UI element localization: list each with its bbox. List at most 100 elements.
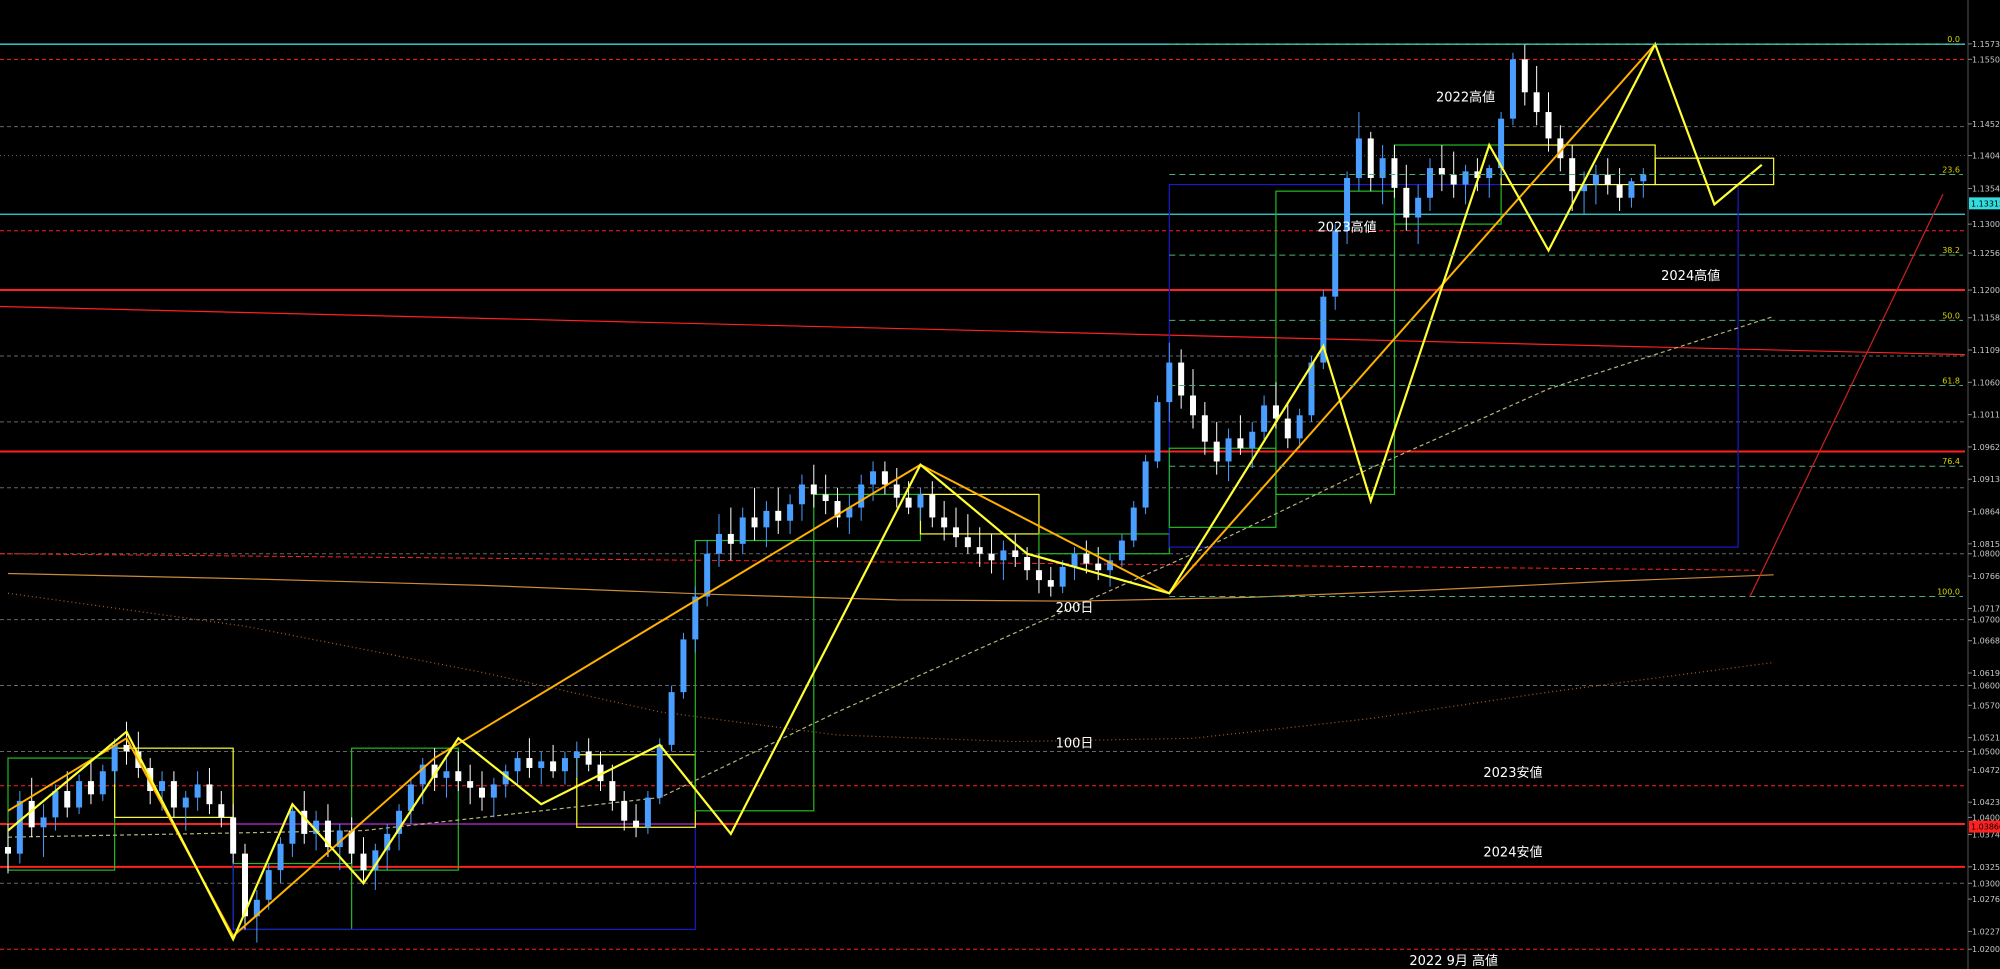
candle-body <box>573 751 580 759</box>
price-tick-label: 1.15734 <box>1972 40 2000 49</box>
candle-body <box>1024 557 1031 571</box>
candle-body <box>1272 405 1279 419</box>
chart-annotation: 2023高値 <box>1318 219 1377 235</box>
candle-body <box>1391 158 1398 188</box>
price-tick-label: 1.02000 <box>1972 945 2000 954</box>
chart-annotation: 2024安値 <box>1483 844 1542 860</box>
fib-level-label: 61.8 <box>1942 377 1960 386</box>
candle-body <box>941 517 948 528</box>
price-tick-label: 1.09620 <box>1972 443 2000 452</box>
fib-level-label: 38.2 <box>1942 246 1960 255</box>
price-tick-label: 1.07660 <box>1972 572 2000 581</box>
candle-body <box>40 817 47 828</box>
price-tick-label: 1.06680 <box>1972 637 2000 646</box>
price-tick-label: 1.07000 <box>1972 616 2000 625</box>
candle-body <box>479 787 485 798</box>
candle-body <box>1142 461 1149 508</box>
candle-body <box>1095 563 1102 571</box>
chart-annotation: 2022 9月 高値 <box>1409 953 1498 969</box>
price-tick-label: 1.04720 <box>1972 766 2000 775</box>
candle-body <box>976 547 983 554</box>
fib-level-label: 76.4 <box>1942 457 1960 466</box>
current-price-tag-text: 1.13315 <box>1971 199 2000 208</box>
price-tick-label: 1.06190 <box>1972 669 2000 678</box>
candle-body <box>1190 395 1196 416</box>
candle-body <box>905 497 912 508</box>
price-tick-label: 1.15500 <box>1972 55 2000 64</box>
candle-body <box>538 761 545 768</box>
candle-body <box>1047 580 1054 587</box>
candle-body <box>585 751 592 765</box>
chart-annotation: 2023安値 <box>1483 765 1542 781</box>
candle-body <box>1012 550 1019 558</box>
chart-annotation: 2024高値 <box>1661 268 1720 284</box>
candle-body <box>1640 174 1647 182</box>
price-tick-label: 1.02270 <box>1972 927 2000 936</box>
candle-body <box>467 781 474 788</box>
candle-body <box>526 758 533 768</box>
candle-body <box>28 800 35 828</box>
candle-body <box>194 784 201 798</box>
candle-body <box>170 781 177 808</box>
price-tick-label: 1.13540 <box>1972 185 2000 194</box>
candle-body <box>1427 168 1433 198</box>
price-tick-label: 1.07170 <box>1972 604 2000 613</box>
candle-body <box>1415 197 1422 218</box>
candle-body <box>1249 431 1256 449</box>
price-tick-label: 1.09130 <box>1972 475 2000 484</box>
fib-level-label: 23.6 <box>1942 166 1960 175</box>
candle-body <box>455 771 462 782</box>
candle-body <box>52 791 59 818</box>
candle-body <box>1355 138 1362 178</box>
candle-body <box>1118 540 1125 561</box>
candle-body <box>1035 570 1042 581</box>
chart-annotation: 200日 <box>1056 601 1094 616</box>
candle-body <box>514 758 521 772</box>
candle-body <box>1284 418 1291 439</box>
candle-body <box>1071 553 1078 567</box>
candle-body <box>1462 171 1469 185</box>
candle-body <box>964 537 971 548</box>
candle-body <box>680 639 687 693</box>
candle-body <box>277 843 284 871</box>
candle-body <box>123 744 130 752</box>
price-tick-label: 1.14040 <box>1972 152 2000 161</box>
candle-body <box>87 781 94 795</box>
candle-body <box>1000 550 1007 561</box>
candle-body <box>550 761 557 772</box>
price-tick-label: 1.05210 <box>1972 734 2000 743</box>
candle-body <box>182 797 189 808</box>
price-tick-label: 1.06000 <box>1972 682 2000 691</box>
candle-body <box>360 853 367 871</box>
candle-body <box>159 781 166 792</box>
candle-body <box>265 870 272 900</box>
price-tick-label: 1.08640 <box>1972 508 2000 517</box>
price-tick-label: 1.10600 <box>1972 378 2000 387</box>
candle-body <box>633 820 640 828</box>
price-tick-label: 1.10110 <box>1972 411 2000 420</box>
candle-body <box>822 494 829 501</box>
price-chart[interactable]: 0.0 23.6 38.2 50.0 61.8 76.4 100.0 2022高値 2023高… <box>0 0 2000 969</box>
candle-body <box>111 744 118 772</box>
candle-body <box>787 504 794 521</box>
price-tick-label: 1.11580 <box>1972 314 2000 323</box>
candle-body <box>917 494 924 508</box>
candle-body <box>1628 181 1635 198</box>
candle-body <box>1486 168 1493 178</box>
candle-body <box>1438 168 1445 175</box>
candle-body <box>1545 112 1552 139</box>
price-tick-label: 1.14520 <box>1972 120 2000 129</box>
candle-body <box>1403 187 1410 218</box>
candle-body <box>99 771 106 795</box>
candle-body <box>668 692 675 745</box>
chart-annotation: 100日 <box>1056 737 1094 752</box>
candle-body <box>1296 415 1303 439</box>
candle-body <box>751 517 758 528</box>
fib-level-label: 50.0 <box>1942 311 1960 320</box>
candle-body <box>1367 138 1374 178</box>
candle-body <box>64 791 71 808</box>
candle-body <box>1509 59 1516 119</box>
price-tick-label: 1.04230 <box>1972 798 2000 807</box>
candle-body <box>870 471 877 485</box>
candle-body <box>443 771 450 778</box>
